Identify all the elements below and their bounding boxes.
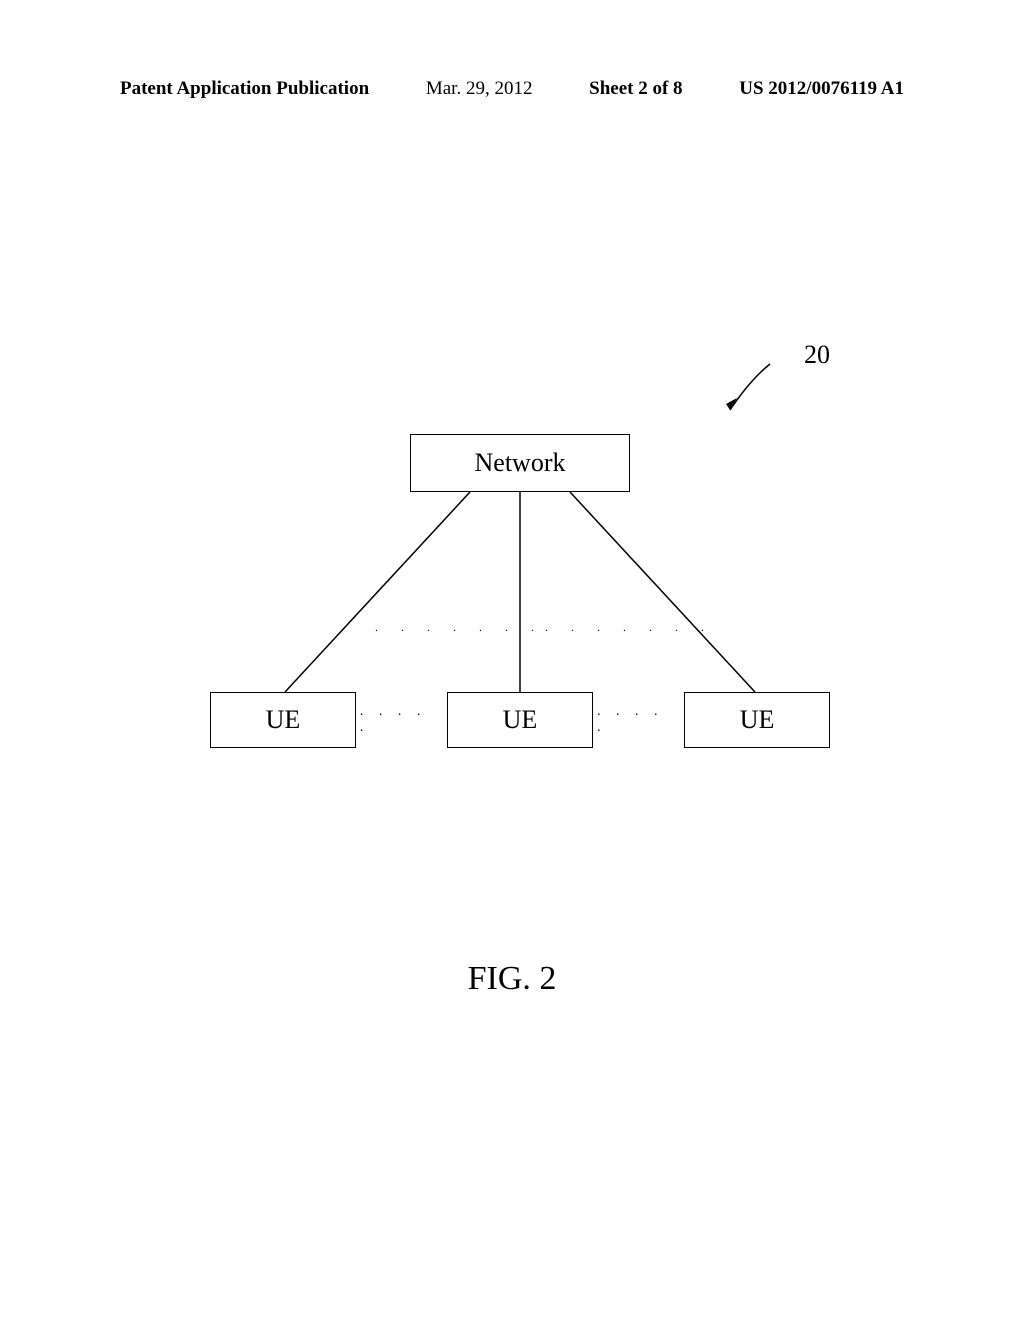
connector-lines bbox=[210, 492, 830, 702]
network-node: Network bbox=[410, 434, 630, 492]
reference-arrow-icon bbox=[722, 358, 782, 418]
ue-node-1: UE bbox=[210, 692, 356, 748]
figure-diagram: 20 Network . . . . . . . . . . . . . . U… bbox=[210, 340, 830, 780]
reference-number: 20 bbox=[804, 340, 830, 370]
ue-label: UE bbox=[740, 705, 775, 735]
ue-node-2: UE bbox=[447, 692, 593, 748]
upper-ellipsis-left: . . . . . . . bbox=[375, 620, 544, 635]
network-label: Network bbox=[475, 448, 566, 478]
ue-label: UE bbox=[503, 705, 538, 735]
ue-label: UE bbox=[266, 705, 301, 735]
publication-date: Mar. 29, 2012 bbox=[426, 78, 533, 100]
publication-type: Patent Application Publication bbox=[120, 78, 369, 100]
publication-number: US 2012/0076119 A1 bbox=[739, 78, 904, 100]
ue-row: UE . . . . . UE . . . . . UE bbox=[210, 692, 830, 748]
ellipsis-2: . . . . . bbox=[593, 704, 684, 736]
figure-caption: FIG. 2 bbox=[0, 960, 1024, 998]
ue-node-3: UE bbox=[684, 692, 830, 748]
sheet-number: Sheet 2 of 8 bbox=[589, 78, 682, 100]
page-header: Patent Application Publication Mar. 29, … bbox=[120, 78, 904, 100]
ellipsis-1: . . . . . bbox=[356, 704, 447, 736]
upper-ellipsis-right: . . . . . . . bbox=[545, 620, 714, 635]
